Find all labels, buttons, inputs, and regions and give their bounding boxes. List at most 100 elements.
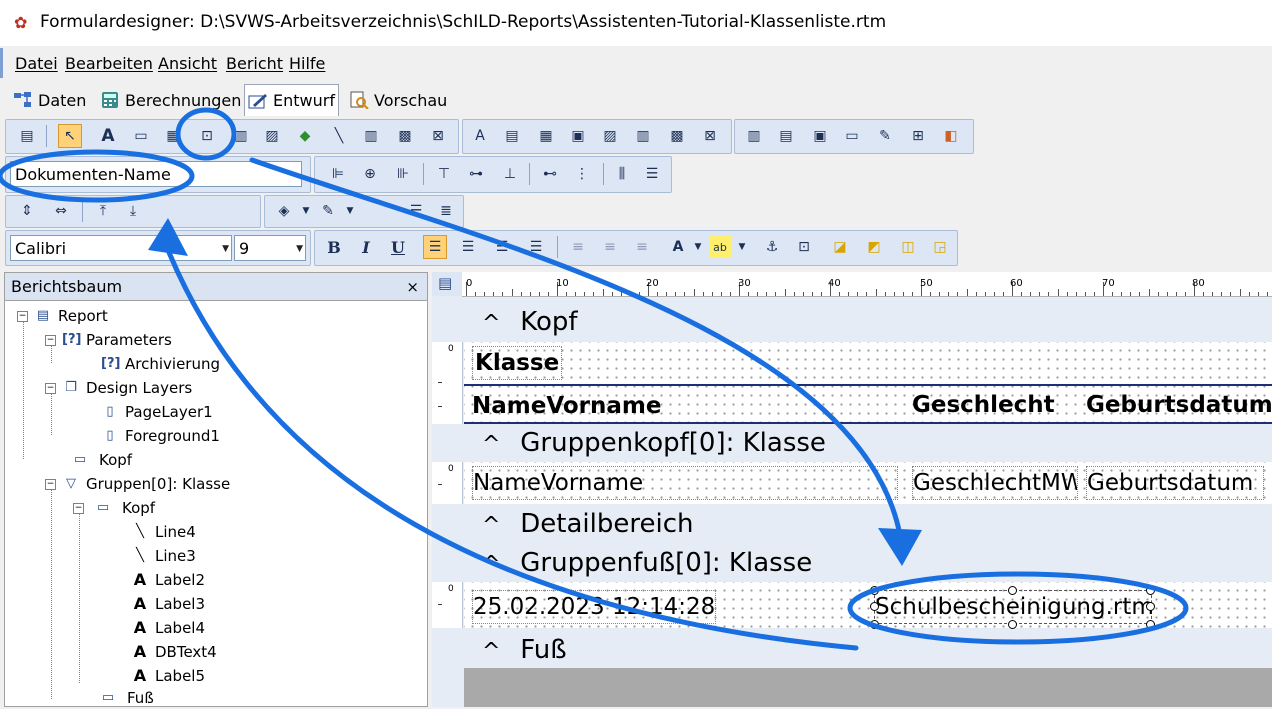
dbcheckbox-tool-icon[interactable]: ⊠ <box>699 125 721 147</box>
menu-bearbeiten[interactable]: Bearbeiten <box>65 54 153 73</box>
align-bottoms-icon[interactable]: ⊥ <box>499 163 521 185</box>
dbtext-geschlecht[interactable]: GeschlechtMW <box>912 466 1078 500</box>
resize-handle[interactable] <box>870 586 879 595</box>
collapse-caret-icon[interactable]: ^ <box>464 306 512 342</box>
db2dbarcode-tool-icon[interactable]: ▩ <box>666 125 688 147</box>
bring-forward-layer-icon[interactable]: ◫ <box>897 236 919 258</box>
resize-handle[interactable] <box>1146 620 1155 629</box>
resize-handle[interactable] <box>1146 586 1155 595</box>
dbmemo-tool-icon[interactable]: ▤ <box>501 125 523 147</box>
crossref-tool-icon[interactable]: ✎ <box>874 125 896 147</box>
tree-node-foreground1[interactable]: ▯ Foreground1 <box>101 425 220 447</box>
tree-node-label5[interactable]: A Label5 <box>131 665 205 687</box>
tree-node-kopf[interactable]: ▭ Kopf <box>67 449 132 471</box>
dbtext-geburtsdatum[interactable]: Geburtsdatum <box>1086 466 1264 500</box>
dbbarcode-tool-icon[interactable]: ▥ <box>632 125 654 147</box>
band-kopf[interactable]: Klasse NameVorname Geschlecht Geburtsdat… <box>464 342 1272 424</box>
select-pointer-icon[interactable]: ↖ <box>58 124 82 148</box>
tree-node-label4[interactable]: A Label4 <box>131 617 205 639</box>
tab-vorschau[interactable]: Vorschau <box>346 86 450 114</box>
label-geburtsdatum[interactable]: Geburtsdatum <box>1086 389 1272 421</box>
menu-datei[interactable]: Datei <box>15 54 58 73</box>
ruler-corner-icon[interactable]: ▤ <box>432 272 462 296</box>
tree-node-label2[interactable]: A Label2 <box>131 569 205 591</box>
tab-daten[interactable]: Daten <box>10 86 89 114</box>
subreport-tool-icon[interactable]: ▤ <box>775 125 797 147</box>
space-horizontally-icon[interactable]: ⊷ <box>539 163 561 185</box>
line-color-dropdown-icon[interactable]: ▼ <box>339 200 361 222</box>
align-tops-icon[interactable]: ⊤ <box>433 163 455 185</box>
underline-button[interactable]: U <box>387 236 409 258</box>
justify-text-icon[interactable]: ☰ <box>525 236 547 258</box>
band-gruppenfuss[interactable]: 25.02.2023 12:14:28 Schulbescheinigung.r… <box>464 582 1272 629</box>
tree-node-parameters[interactable]: − [?] Parameters <box>45 329 172 351</box>
grow-height-icon[interactable]: ⇕ <box>16 200 38 222</box>
label-dokument-name[interactable]: Schulbescheinigung.rtm <box>874 590 1154 624</box>
space-vertically-icon[interactable]: ⋮ <box>571 163 593 185</box>
anchor-icon[interactable]: ⚓ <box>761 236 783 258</box>
collapse-icon[interactable]: − <box>45 382 56 394</box>
font-color-dropdown-icon[interactable]: ▼ <box>687 236 709 258</box>
band-header-gruppenfuss[interactable]: ^ Gruppenfuß[0]: Klasse <box>464 545 1272 581</box>
collapse-caret-icon[interactable]: ^ <box>464 508 512 544</box>
tree-node-label3[interactable]: A Label3 <box>131 593 205 615</box>
tab-entwurf[interactable]: Entwurf <box>244 84 339 116</box>
tree-node-design-layers[interactable]: − ❐ Design Layers <box>45 377 192 399</box>
menu-ansicht[interactable]: Ansicht <box>158 54 217 73</box>
italic-button[interactable]: I <box>355 236 377 258</box>
tree-node-group-kopf[interactable]: − ▭ Kopf <box>73 497 155 519</box>
line-color-icon[interactable]: ✎ <box>317 200 339 222</box>
font-size-select[interactable]: 9 ▼ <box>234 235 306 261</box>
dbimage-tool-icon[interactable]: ▨ <box>599 125 621 147</box>
2d-barcode-tool-icon[interactable]: ▩ <box>394 125 416 147</box>
shape-tool-icon[interactable]: ◆ <box>294 125 316 147</box>
dbcalc-tool-icon[interactable]: ▣ <box>567 125 589 147</box>
text-top-icon[interactable]: ≡ <box>567 236 589 258</box>
align-right-edges-icon[interactable]: ⊪ <box>392 163 414 185</box>
align-left-edges-icon[interactable]: ⊫ <box>327 163 349 185</box>
tree-node-dbtext4[interactable]: A DBText4 <box>131 641 217 663</box>
text-middle-icon[interactable]: ≡ <box>599 236 621 258</box>
tree-node-archivierung[interactable]: [?] Archivierung <box>101 353 220 375</box>
memo-tool-icon[interactable]: ▭ <box>130 125 152 147</box>
center-in-band-vertical-icon[interactable]: ☰ <box>641 163 663 185</box>
tree-node-line4[interactable]: ╲ Line4 <box>131 521 196 543</box>
dbtext-tool-icon[interactable]: A <box>469 125 491 147</box>
collapse-icon[interactable]: − <box>45 478 56 490</box>
shrink-height-icon[interactable]: ⇔ <box>50 200 72 222</box>
resize-handle[interactable] <box>870 602 879 611</box>
send-to-back-icon[interactable]: ◩ <box>863 236 885 258</box>
align-horizontal-centers-icon[interactable]: ⊕ <box>359 163 381 185</box>
tree-node-line3[interactable]: ╲ Line3 <box>131 545 196 567</box>
border-icon[interactable]: ⊡ <box>793 236 815 258</box>
label-klasse[interactable]: Klasse <box>472 346 563 380</box>
collapse-caret-icon[interactable]: ^ <box>464 634 512 670</box>
richtext-tool-icon[interactable]: ▦ <box>162 125 184 147</box>
band-gruppenkopf[interactable]: NameVorname GeschlechtMW Geburtsdatum <box>464 462 1272 504</box>
bold-button[interactable]: B <box>323 236 345 258</box>
bring-to-front-icon[interactable]: ◪ <box>829 236 851 258</box>
send-backward-icon[interactable]: ⤓ <box>122 200 144 222</box>
resize-handle[interactable] <box>870 620 879 629</box>
resize-handle[interactable] <box>1146 602 1155 611</box>
chart-tool-icon[interactable]: ▣ <box>809 125 831 147</box>
collapse-icon[interactable]: − <box>73 502 84 514</box>
align-vertical-centers-icon[interactable]: ⊶ <box>465 163 487 185</box>
line-tool-icon[interactable]: ╲ <box>328 125 350 147</box>
label-datum[interactable]: 25.02.2023 12:14:28 <box>472 590 717 624</box>
dbtext-namevorname[interactable]: NameVorname <box>472 466 898 500</box>
menu-hilfe[interactable]: Hilfe <box>289 54 325 73</box>
table-tool-icon[interactable]: ⊞ <box>907 125 929 147</box>
font-name-select[interactable]: Calibri ▼ <box>10 235 232 261</box>
align-text-right-icon[interactable]: ☰ <box>491 236 513 258</box>
bring-forward-icon[interactable]: ⤒ <box>92 200 114 222</box>
center-in-band-horizontal-icon[interactable]: ⫼ <box>611 163 633 185</box>
line4[interactable] <box>464 384 1272 386</box>
tree-node-pagelayer1[interactable]: ▯ PageLayer1 <box>101 401 212 423</box>
fill-color-icon[interactable]: ◈ <box>273 200 295 222</box>
tree-node-fuss[interactable]: ▭ Fuß <box>95 687 154 709</box>
tree-node-gruppen[interactable]: − ▽ Gruppen[0]: Klasse <box>45 473 230 495</box>
variable-tool-icon[interactable]: ▥ <box>230 125 252 147</box>
collapse-caret-icon[interactable]: ^ <box>464 427 512 463</box>
send-backward-layer-icon[interactable]: ◲ <box>929 236 951 258</box>
